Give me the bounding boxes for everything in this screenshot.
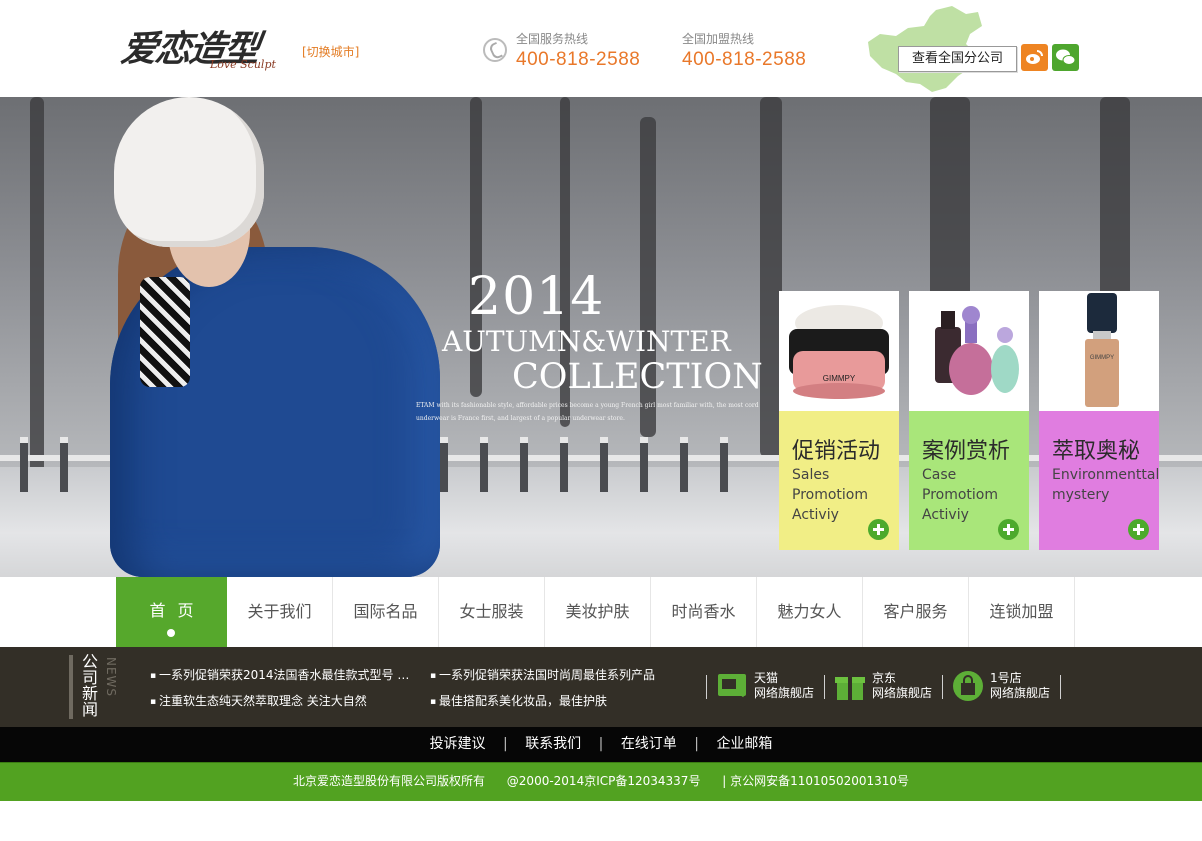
footer-link-separator: | (694, 736, 699, 752)
join-hotline-number: 400-818-2588 (682, 49, 807, 70)
promo-card-mystery[interactable]: GIMMPY 萃取奥秘 Environmenttal mystery (1039, 291, 1159, 550)
jd-gift-icon (835, 677, 865, 700)
nav-item-customer-service[interactable]: 客户服务 (863, 577, 969, 647)
nav-item-home[interactable]: 首页 (116, 577, 227, 647)
svg-text:GIMMPY: GIMMPY (823, 374, 856, 383)
nav-item-womens-clothing[interactable]: 女士服装 (439, 577, 545, 647)
svg-text:GIMMPY: GIMMPY (1090, 355, 1114, 361)
site-header: 爱恋造型 Love Sculpt [切换城市] 全国服务热线 400-818-2… (0, 0, 1202, 97)
card-title: 案例赏析 (922, 439, 1011, 464)
news-section-title-en: NEWS (104, 657, 118, 698)
hero-banner[interactable]: 2014 AUTUMN&WINTER COLLECTION ETAM with … (0, 97, 1202, 577)
main-navigation: 首页 关于我们 国际名品 女士服装 美妆护肤 时尚香水 魅力女人 客户服务 连锁… (0, 577, 1202, 647)
weibo-icon[interactable] (1021, 44, 1048, 71)
news-item[interactable]: 注重软生态纯天然萃取理念 关注大自然 (150, 692, 367, 709)
news-section-title: 公司新闻 (82, 652, 99, 719)
news-divider-bar (69, 655, 73, 719)
promo-card-cases[interactable]: 案例赏析 Case Promotiom Activiy (909, 291, 1029, 550)
nav-item-franchise[interactable]: 连锁加盟 (969, 577, 1075, 647)
plus-icon[interactable] (868, 519, 889, 540)
nav-item-beauty-skincare[interactable]: 美妆护肤 (545, 577, 651, 647)
logo-english-text: Love Sculpt (210, 58, 276, 71)
footer-link-separator: | (503, 736, 508, 752)
tmall-icon (718, 674, 746, 698)
shop-label: 京东 网络旗舰店 (872, 671, 933, 700)
card-title: 萃取奥秘 (1052, 439, 1141, 464)
powder-compact-image: GIMMPY (779, 291, 899, 411)
collection-description: ETAM with its fashionable style, afforda… (416, 402, 759, 422)
fashion-model-image (100, 97, 440, 577)
icp-text: @2000-2014京ICP备12034337号 (506, 774, 701, 788)
news-item[interactable]: 最佳搭配系美化妆品，最佳护肤 (430, 692, 607, 709)
footer-link-online-order[interactable]: 在线订单 (621, 736, 677, 752)
join-hotline: 全国加盟热线 400-818-2588 (682, 30, 806, 71)
plus-icon[interactable] (1128, 519, 1149, 540)
service-hotline-label: 全国服务热线 (516, 32, 589, 46)
phone-icon (483, 38, 507, 62)
switch-city-link[interactable]: [切换城市] (302, 43, 359, 60)
police-record-text: | 京公网安备11010502001310号 (722, 774, 910, 788)
service-hotline: 全国服务热线 400-818-2588 (516, 30, 640, 71)
nav-item-international-brands[interactable]: 国际名品 (333, 577, 439, 647)
copyright-text: 北京爱恋造型股份有限公司版权所有 (292, 774, 485, 788)
collection-title: COLLECTION (512, 357, 763, 397)
shop-label: 1号店 网络旗舰店 (990, 671, 1051, 700)
footer-link-email[interactable]: 企业邮箱 (716, 736, 772, 752)
perfume-bottles-image (909, 291, 1029, 411)
shop-label: 天猫 网络旗舰店 (754, 671, 815, 700)
nav-item-perfume[interactable]: 时尚香水 (651, 577, 757, 647)
card-subtitle: Environmenttal mystery (1052, 467, 1160, 503)
shopping-bag-icon (953, 671, 983, 701)
service-hotline-number: 400-818-2588 (516, 49, 641, 70)
news-item[interactable]: 一系列促销荣获2014法国香水最佳款式型号 … (150, 666, 409, 683)
news-item[interactable]: 一系列促销荣获法国时尚周最佳系列产品 (430, 666, 655, 683)
wechat-icon[interactable] (1052, 44, 1079, 71)
card-subtitle: Case Promotiom Activiy (922, 467, 998, 523)
news-strip: 公司新闻 NEWS 一系列促销荣获2014法国香水最佳款式型号 … 一系列促销荣… (0, 647, 1202, 727)
footer-copyright: 北京爱恋造型股份有限公司版权所有 @2000-2014京ICP备12034337… (0, 762, 1202, 801)
view-branches-button[interactable]: 查看全国分公司 (898, 46, 1017, 72)
plus-icon[interactable] (998, 519, 1019, 540)
join-hotline-label: 全国加盟热线 (682, 32, 755, 46)
background-tree (30, 97, 44, 477)
foundation-bottle-image: GIMMPY (1039, 291, 1159, 411)
collection-year: 2014 (468, 267, 605, 327)
card-title: 促销活动 (792, 439, 881, 464)
card-subtitle: Sales Promotiom Activiy (792, 467, 868, 523)
site-logo[interactable]: 爱恋造型 Love Sculpt (119, 20, 297, 80)
nav-item-about[interactable]: 关于我们 (227, 577, 333, 647)
footer-link-contact[interactable]: 联系我们 (525, 736, 581, 752)
promo-card-sales[interactable]: GIMMPY 促销活动 Sales Promotiom Activiy (779, 291, 899, 550)
footer-link-complaints[interactable]: 投诉建议 (430, 736, 486, 752)
footer-link-separator: | (598, 736, 604, 752)
collection-season: AUTUMN&WINTER (442, 325, 731, 358)
nav-item-charming-women[interactable]: 魅力女人 (757, 577, 863, 647)
footer-links: 投诉建议 | 联系我们 | 在线订单 | 企业邮箱 (0, 727, 1202, 762)
